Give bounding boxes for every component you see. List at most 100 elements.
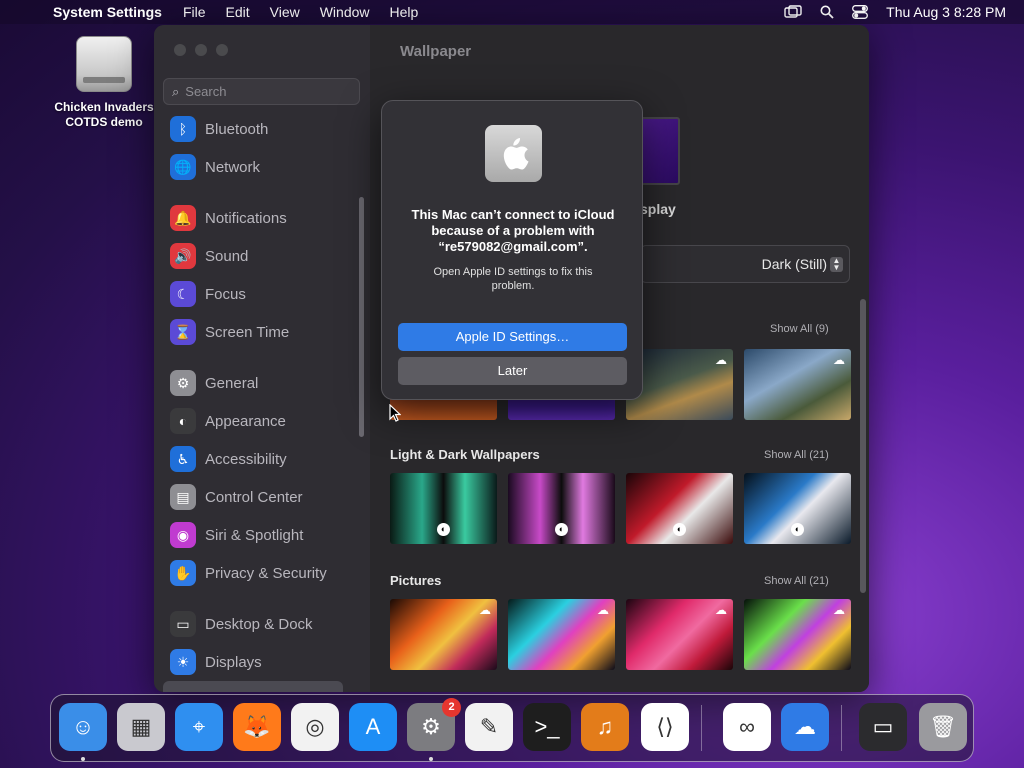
sidebar-item-label: Control Center bbox=[205, 488, 303, 506]
dock-system-settings[interactable]: ⚙ 2 bbox=[407, 698, 461, 751]
wallpaper-thumb[interactable]: ◐ bbox=[744, 473, 851, 544]
desktop-item-label-line1: Chicken Invaders bbox=[54, 100, 154, 114]
close-button[interactable] bbox=[174, 44, 186, 56]
sidebar-item-accessibility[interactable]: ♿ Accessibility bbox=[170, 444, 287, 474]
cloud-download-icon[interactable]: ☁ bbox=[715, 353, 727, 367]
wallpaper-thumb[interactable]: ◐ bbox=[390, 473, 497, 544]
show-all-light-dark[interactable]: Show All (21) bbox=[764, 449, 829, 461]
cloud-download-icon[interactable]: ☁ bbox=[715, 603, 727, 617]
sidebar-item-desktop-dock[interactable]: ▭ Desktop & Dock bbox=[170, 609, 313, 639]
spotlight-search-icon[interactable] bbox=[820, 5, 834, 19]
dock-finder[interactable]: ☺ bbox=[59, 703, 107, 751]
notifications-icon: 🔔 bbox=[170, 205, 196, 231]
menu-help[interactable]: Help bbox=[390, 4, 419, 20]
desktop-disk-item[interactable]: Chicken Invaders COTDS demo bbox=[44, 36, 164, 130]
search-icon: ⌕ bbox=[172, 83, 180, 99]
dock-visual-studio-code[interactable]: ⟨⟩ bbox=[641, 703, 689, 751]
dock-trash[interactable]: 🗑 bbox=[919, 703, 967, 751]
chrome-window-icon: ▭ bbox=[872, 714, 894, 739]
show-all-dynamic[interactable]: Show All (9) bbox=[770, 323, 829, 335]
cloud-download-icon[interactable]: ☁ bbox=[597, 603, 609, 617]
sidebar-item-label: Network bbox=[205, 158, 261, 176]
notification-badge: 2 bbox=[442, 698, 461, 717]
later-button[interactable]: Later bbox=[398, 357, 627, 385]
dock-safari[interactable]: ⌖ bbox=[175, 703, 223, 751]
search-placeholder: Search bbox=[185, 84, 227, 99]
menu-app-name[interactable]: System Settings bbox=[53, 4, 162, 20]
sidebar-scrollbar[interactable] bbox=[359, 197, 364, 437]
dock-visual-studio[interactable]: ∞ bbox=[723, 703, 771, 751]
apple-id-settings-button[interactable]: Apple ID Settings… bbox=[398, 323, 627, 351]
dock-garageband[interactable]: ♫ bbox=[581, 703, 629, 751]
dock-firefox[interactable]: 🦊 bbox=[233, 703, 281, 751]
menu-bar: System Settings File Edit View Window He… bbox=[0, 0, 1024, 24]
sidebar-item-general[interactable]: ⚙ General bbox=[170, 368, 258, 398]
dock-separator bbox=[701, 705, 702, 751]
trash-icon: 🗑 bbox=[929, 714, 957, 739]
dock-weather[interactable]: ☁ bbox=[781, 703, 829, 751]
dock-chrome[interactable]: ◎ bbox=[291, 703, 339, 751]
dock-textedit[interactable]: ✎ bbox=[465, 703, 513, 751]
textedit-icon: ✎ bbox=[479, 714, 499, 739]
sidebar-item-bluetooth[interactable]: ᛒ Bluetooth bbox=[170, 114, 268, 144]
icloud-alert-dialog: This Mac can’t connect to iCloud because… bbox=[381, 100, 643, 400]
firefox-icon: 🦊 bbox=[243, 714, 271, 739]
content-scrollbar[interactable] bbox=[860, 299, 866, 593]
search-input[interactable]: ⌕ Search bbox=[163, 78, 360, 105]
dock-launchpad[interactable]: ▦ bbox=[117, 703, 165, 751]
dock-chrome-window[interactable]: ▭ bbox=[859, 703, 907, 751]
sidebar-item-control-center[interactable]: ▤ Control Center bbox=[170, 482, 303, 512]
sidebar-item-label: General bbox=[205, 374, 259, 392]
section-title-light-dark: Light & Dark Wallpapers bbox=[390, 447, 540, 462]
sidebar-item-siri-spotlight[interactable]: ◉ Siri & Spotlight bbox=[170, 520, 303, 550]
sidebar-item-focus[interactable]: ☾ Focus bbox=[170, 279, 246, 309]
sidebar-item-screen-time[interactable]: ⌛ Screen Time bbox=[170, 317, 289, 347]
dock-terminal[interactable]: >_ bbox=[523, 703, 571, 751]
weather-icon: ☁ bbox=[794, 714, 816, 739]
cloud-download-icon[interactable]: ☁ bbox=[833, 603, 845, 617]
control-center-icon[interactable] bbox=[852, 5, 869, 19]
app-store-icon: A bbox=[365, 714, 381, 739]
minimize-button[interactable] bbox=[195, 44, 207, 56]
appearance-select[interactable]: Dark (Still) bbox=[762, 256, 827, 272]
appearance-row: Dark (Still) ▲ ▼ bbox=[640, 245, 850, 283]
menu-edit[interactable]: Edit bbox=[226, 4, 250, 20]
sidebar-selected-item[interactable] bbox=[163, 681, 343, 692]
wallpaper-thumb[interactable]: ☁ bbox=[390, 599, 497, 670]
wallpaper-thumb[interactable]: ◐ bbox=[626, 473, 733, 544]
menu-view[interactable]: View bbox=[270, 4, 300, 20]
sound-icon: 🔊 bbox=[170, 243, 196, 269]
sidebar-item-privacy-security[interactable]: ✋ Privacy & Security bbox=[170, 558, 327, 588]
cloud-download-icon[interactable]: ☁ bbox=[479, 603, 491, 617]
zoom-button[interactable] bbox=[216, 44, 228, 56]
dialog-title: This Mac can’t connect to iCloud because… bbox=[411, 207, 615, 254]
menu-window[interactable]: Window bbox=[320, 4, 370, 20]
display-label: splay bbox=[640, 201, 676, 217]
wallpaper-thumb-catalina-2[interactable]: ☁ bbox=[744, 349, 851, 420]
show-all-pictures[interactable]: Show All (21) bbox=[764, 575, 829, 587]
visual-studio-code-icon: ⟨⟩ bbox=[656, 714, 674, 739]
cloud-download-icon[interactable]: ☁ bbox=[833, 353, 845, 367]
chrome-icon: ◎ bbox=[305, 714, 325, 739]
sidebar-item-sound[interactable]: 🔊 Sound bbox=[170, 241, 248, 271]
sidebar: ⌕ Search ᛒ Bluetooth 🌐 Network 🔔 Notification… bbox=[154, 25, 370, 692]
sidebar-item-network[interactable]: 🌐 Network bbox=[170, 152, 260, 182]
wallpaper-thumb[interactable]: ☁ bbox=[626, 599, 733, 670]
sidebar-item-label: Displays bbox=[205, 653, 262, 671]
sidebar-item-appearance[interactable]: ◐ Appearance bbox=[170, 406, 286, 436]
chevron-updown-icon[interactable]: ▲ ▼ bbox=[830, 257, 843, 272]
wallpaper-thumb[interactable]: ☁ bbox=[744, 599, 851, 670]
system-settings-icon: ⚙ bbox=[421, 714, 441, 739]
wallpaper-thumb[interactable]: ☁ bbox=[508, 599, 615, 670]
menu-file[interactable]: File bbox=[183, 4, 206, 20]
sidebar-item-notifications[interactable]: 🔔 Notifications bbox=[170, 203, 287, 233]
dock-app-store[interactable]: A bbox=[349, 703, 397, 751]
light-dark-icon: ◐ bbox=[555, 523, 568, 536]
terminal-icon: >_ bbox=[534, 714, 560, 739]
screen-mirroring-icon[interactable] bbox=[784, 5, 802, 19]
menu-clock[interactable]: Thu Aug 3 8:28 PM bbox=[886, 4, 1006, 20]
wallpaper-thumb[interactable]: ◐ bbox=[508, 473, 615, 544]
sidebar-item-label: Accessibility bbox=[205, 450, 287, 468]
accessibility-icon: ♿ bbox=[170, 446, 196, 472]
sidebar-item-displays[interactable]: ☀ Displays bbox=[170, 647, 262, 677]
